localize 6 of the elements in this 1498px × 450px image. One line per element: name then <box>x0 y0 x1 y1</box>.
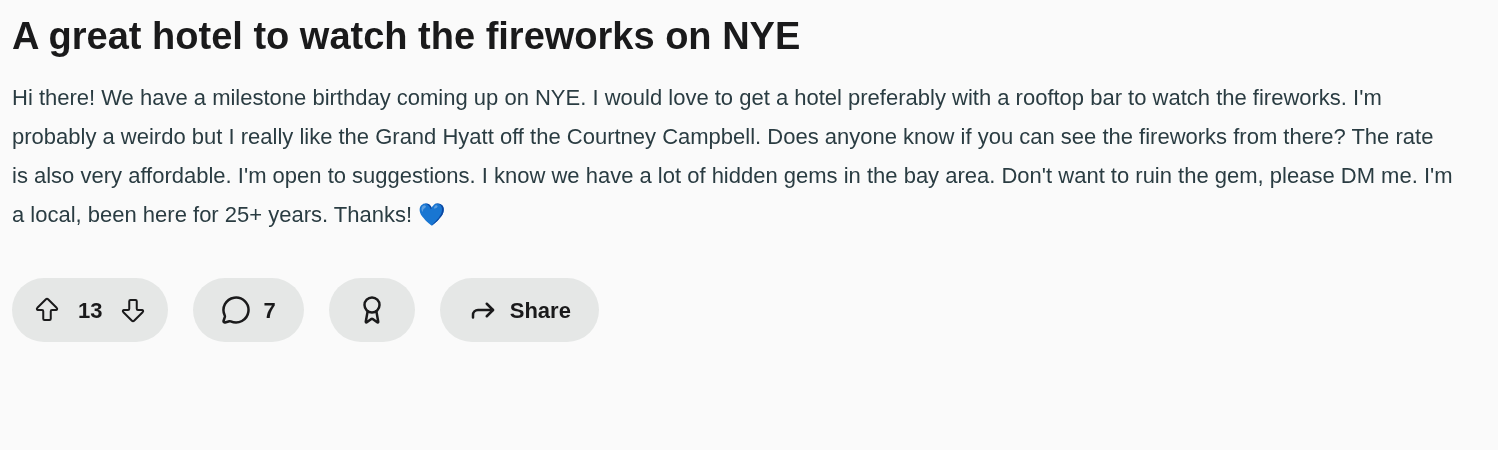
speech-bubble-icon <box>221 295 252 325</box>
share-button[interactable]: Share <box>439 278 599 342</box>
comments-button[interactable]: 7 <box>193 278 304 342</box>
post-title: A great hotel to watch the fireworks on NYE <box>12 14 802 59</box>
vote-count: 13 <box>77 296 104 325</box>
post-body: Hi there! We have a milestone birthday coming up on NYE. I would love to get a hotel preferably with a rooftop bar to watch the fireworks. I'm probably a weirdo but I really like the Grand Hyatt off the Courtney Campbell. Does anyone know if you can see the fireworks from there? The rate is also very affordable. I'm open to suggestions. I know we have a lot of hidden gems in the bay area. Don't want to ruin the gem, please DM me. I'm a local, been here for 25+ years. Thanks! 💙 <box>12 84 1454 229</box>
